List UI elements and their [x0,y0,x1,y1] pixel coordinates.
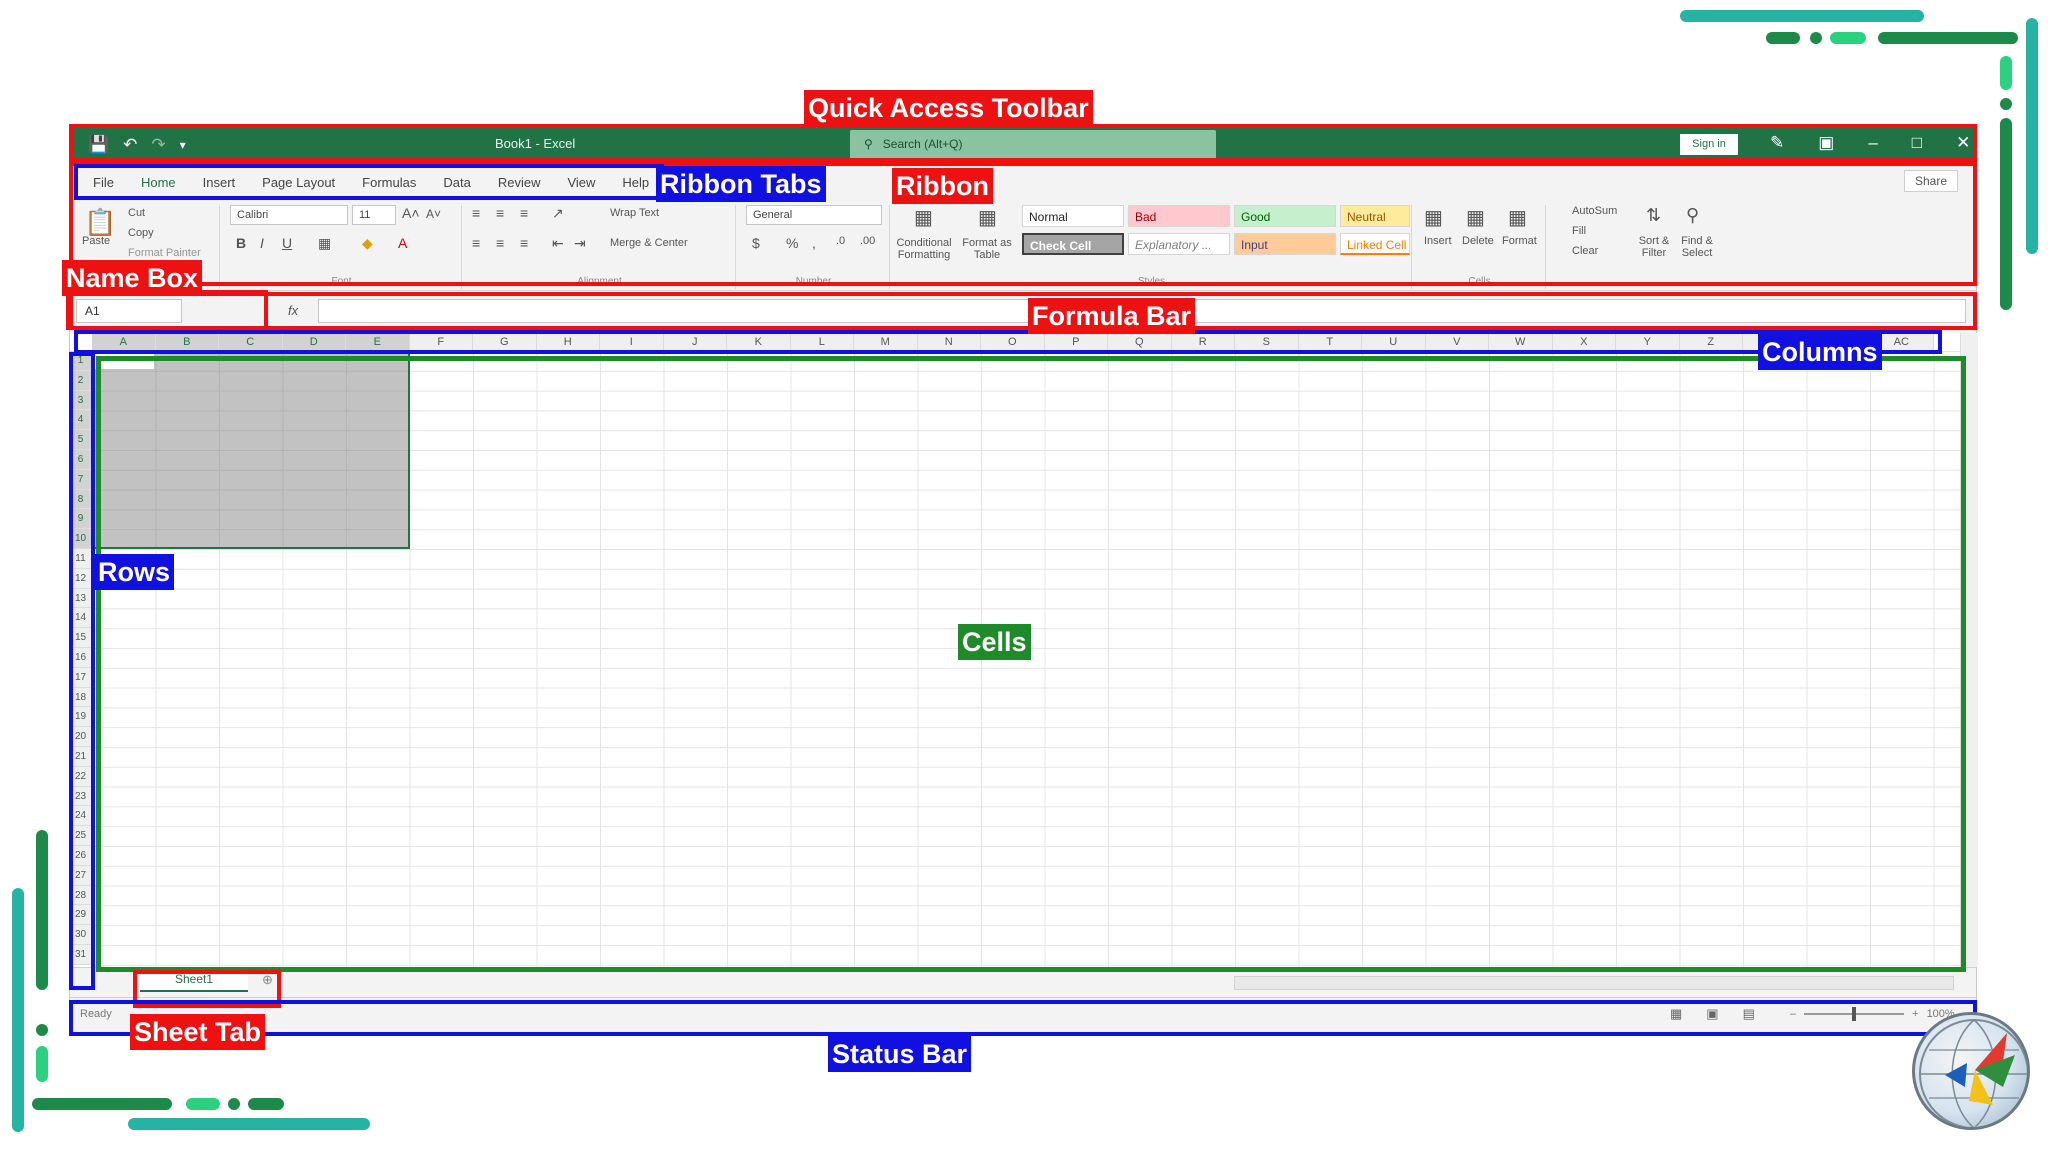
decor-bar [1878,32,2018,44]
status-bar-box [69,1000,1977,1036]
label-formula-bar: Formula Bar [1028,298,1196,334]
kocompt-globe-logo [1912,1012,2030,1130]
decor-bar [1766,32,1800,44]
columns-box [74,330,1942,354]
decor-dot [36,1024,48,1036]
decor-dot [2000,98,2012,110]
label-ribbon: Ribbon [892,168,993,204]
decor-bar [186,1098,220,1110]
decor-bar [36,1046,48,1082]
formula-bar-box [69,292,1977,330]
label-ribbon-tabs: Ribbon Tabs [656,166,826,202]
decor-bar [12,888,24,1132]
decor-bar [128,1118,370,1130]
label-rows: Rows [94,554,175,590]
label-sheet-tab: Sheet Tab [130,1014,266,1050]
label-columns: Columns [1758,334,1882,370]
decor-dot [228,1098,240,1110]
label-quick-access-toolbar: Quick Access Toolbar [804,90,1093,126]
rows-box [69,352,95,990]
name-box-box [66,290,268,330]
decor-bar [1830,32,1866,44]
decor-bar [36,830,48,990]
decor-bar [248,1098,284,1110]
ribbon-tabs-box [74,164,664,200]
cells-box [96,356,1966,972]
label-cells: Cells [958,624,1031,660]
decor-bar [2000,118,2012,310]
label-status-bar: Status Bar [828,1036,972,1072]
quick-access-toolbar-box [69,124,1977,162]
label-name-box: Name Box [62,260,203,296]
decor-dot [1810,32,1822,44]
decor-bar [32,1098,172,1110]
decor-bar [1680,10,1924,22]
horizontal-scrollbar[interactable] [1234,976,1954,990]
decor-bar [2000,56,2012,90]
decor-bar [2026,18,2038,254]
